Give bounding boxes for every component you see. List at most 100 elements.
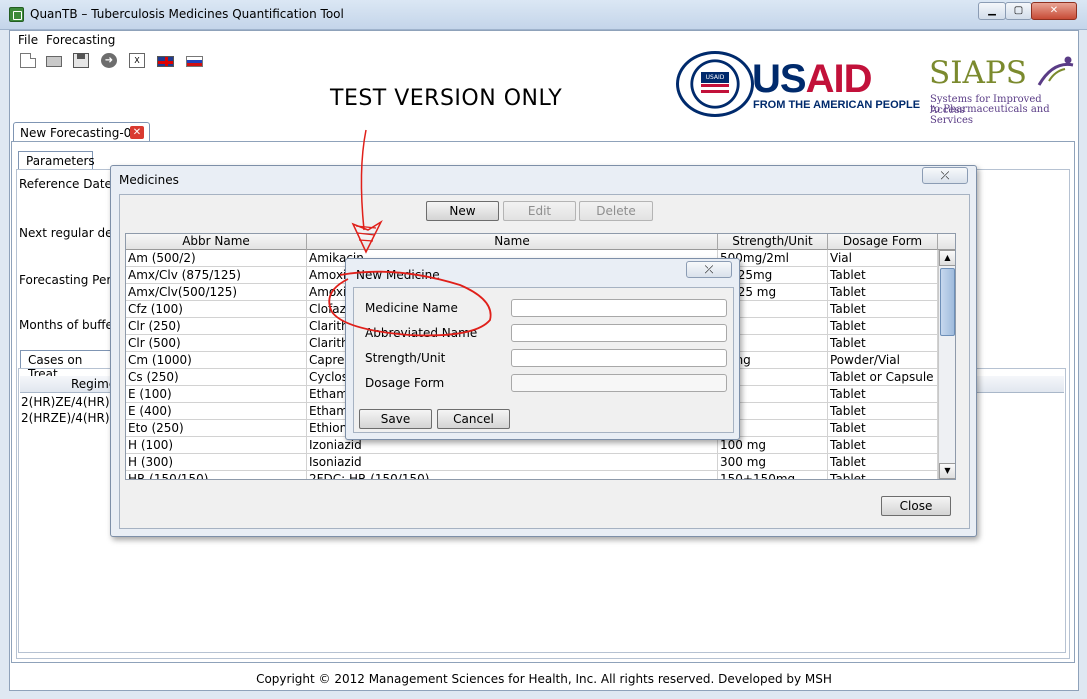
open-folder-icon[interactable]: [46, 56, 62, 67]
tab-cases-on-treatment[interactable]: Cases on Treat: [20, 350, 115, 381]
abbr-name-cell: H (100): [126, 437, 307, 454]
table-row[interactable]: 2(HRZE)/4(HR): [21, 411, 110, 425]
siaps-figure-icon: [1037, 56, 1074, 86]
usaid-seal-logo: USAID: [676, 51, 754, 117]
dosage-form-cell: Tablet: [828, 403, 938, 420]
dosage-form-cell: Tablet: [828, 335, 938, 352]
abbreviated-name-label: Abbreviated Name: [365, 326, 478, 340]
abbr-name-cell: Cfz (100): [126, 301, 307, 318]
strength-unit-input[interactable]: [511, 349, 727, 367]
abbr-name-cell: E (400): [126, 403, 307, 420]
app-logo-icon: [9, 7, 24, 22]
new-medicine-close-icon[interactable]: ⤫: [686, 261, 732, 278]
column-header-dosage-form[interactable]: Dosage Form: [828, 234, 938, 250]
medicines-table-header: Abbr Name Name Strength/Unit Dosage Form: [126, 234, 955, 250]
menu-forecasting[interactable]: Forecasting: [46, 33, 115, 47]
dosage-form-cell: Powder/Vial: [828, 352, 938, 369]
tab-parameters-label: Parameters: [26, 154, 95, 168]
abbr-name-cell: Amx/Clv (875/125): [126, 267, 307, 284]
tab-new-forecasting-label: New Forecasting-0: [20, 126, 132, 140]
scroll-up-icon[interactable]: ▲: [939, 250, 955, 266]
copyright-footer: Copyright © 2012 Management Sciences for…: [256, 672, 832, 686]
tab-new-forecasting[interactable]: New Forecasting-0 ✕: [13, 122, 150, 142]
dosage-form-cell: Tablet or Capsule: [828, 369, 938, 386]
medicines-dialog-title: Medicines: [119, 173, 179, 187]
name-cell: Isoniazid: [307, 454, 718, 471]
reference-date-label: Reference Date:: [19, 177, 116, 191]
edit-medicine-button[interactable]: Edit: [503, 201, 576, 221]
medicine-name-label: Medicine Name: [365, 301, 458, 315]
menu-file[interactable]: File: [18, 33, 38, 47]
usaid-seal-stripes: [701, 84, 729, 96]
new-medicine-form: Medicine Name Abbreviated Name Strength/…: [353, 287, 734, 433]
new-medicine-dialog-title: New Medicine: [356, 268, 440, 282]
dosage-form-cell: Tablet: [828, 386, 938, 403]
table-row[interactable]: 2(HR)ZE/4(HR): [21, 395, 110, 409]
test-version-banner: TEST VERSION ONLY: [330, 86, 563, 111]
usaid-seal-text: USAID: [701, 72, 729, 83]
usaid-tagline: FROM THE AMERICAN PEOPLE: [753, 99, 921, 111]
table-row[interactable]: H (300) Isoniazid 300 mg Tablet: [126, 454, 938, 471]
abbr-name-cell: Amx/Clv(500/125): [126, 284, 307, 301]
abbr-name-cell: Clr (250): [126, 318, 307, 335]
new-document-icon[interactable]: [20, 53, 36, 68]
column-header-abbr-name[interactable]: Abbr Name: [126, 234, 307, 250]
window-title: QuanTB – Tuberculosis Medicines Quantifi…: [30, 7, 344, 21]
abbr-name-cell: H (300): [126, 454, 307, 471]
forecasting-period-label: Forecasting Perio: [19, 273, 122, 287]
name-cell: 2FDC: HR (150/150): [307, 471, 718, 479]
abbr-name-cell: Cs (250): [126, 369, 307, 386]
dosage-form-cell: Tablet: [828, 471, 938, 479]
minimize-button[interactable]: ▁: [978, 2, 1006, 20]
siaps-wordmark: SIAPS: [929, 55, 1027, 91]
dosage-form-cell: Tablet: [828, 454, 938, 471]
new-medicine-button[interactable]: New: [426, 201, 499, 221]
usaid-word-aid: AID: [805, 57, 873, 101]
column-header-name[interactable]: Name: [307, 234, 718, 250]
strength-cell: 300 mg: [718, 454, 828, 471]
abbr-name-cell: Eto (250): [126, 420, 307, 437]
close-button[interactable]: Close: [881, 496, 951, 516]
russian-flag-icon[interactable]: [186, 56, 203, 67]
scrollbar-thumb[interactable]: [940, 268, 955, 336]
dosage-form-cell: Tablet: [828, 437, 938, 454]
abbr-name-cell: HR (150/150): [126, 471, 307, 479]
maximize-button[interactable]: ▢: [1005, 2, 1032, 20]
save-disk-icon[interactable]: [73, 53, 89, 68]
dosage-form-cell: Tablet: [828, 318, 938, 335]
tab-parameters[interactable]: Parameters: [18, 151, 95, 170]
strength-unit-label: Strength/Unit: [365, 351, 446, 365]
usaid-seal-shield-icon: USAID: [701, 72, 729, 96]
dosage-form-cell: Tablet: [828, 301, 938, 318]
new-medicine-dialog: New Medicine ⤫ Medicine Name Abbreviated…: [345, 258, 740, 440]
siaps-tagline-line2: to Pharmaceuticals and Services: [930, 104, 1050, 126]
medicines-dialog-close-icon[interactable]: ⤫: [922, 167, 968, 184]
english-flag-icon[interactable]: [157, 56, 174, 67]
abbreviated-name-input[interactable]: [511, 324, 727, 342]
excel-export-icon[interactable]: X: [129, 53, 145, 68]
window-title-bar: QuanTB – Tuberculosis Medicines Quantifi…: [0, 0, 1087, 30]
medicines-table-scrollbar[interactable]: ▲ ▼: [938, 250, 955, 479]
dosage-form-select[interactable]: [511, 374, 727, 392]
column-header-strength[interactable]: Strength/Unit: [718, 234, 828, 250]
dosage-form-label: Dosage Form: [365, 376, 445, 390]
delete-medicine-button[interactable]: Delete: [579, 201, 653, 221]
tab-close-icon[interactable]: ✕: [130, 126, 144, 139]
abbr-name-cell: E (100): [126, 386, 307, 403]
dosage-form-cell: Tablet: [828, 267, 938, 284]
cancel-button[interactable]: Cancel: [437, 409, 510, 429]
abbr-name-cell: Am (500/2): [126, 250, 307, 267]
table-row[interactable]: HR (150/150) 2FDC: HR (150/150) 150+150mg T…: [126, 471, 938, 479]
exit-arrow-icon[interactable]: ➜: [101, 53, 117, 68]
window-close-button[interactable]: ✕: [1031, 2, 1077, 20]
save-button[interactable]: Save: [359, 409, 432, 429]
abbr-name-cell: Clr (500): [126, 335, 307, 352]
strength-cell: 150+150mg: [718, 471, 828, 479]
months-buffer-label: Months of buffer: [19, 318, 118, 332]
medicine-name-input[interactable]: [511, 299, 727, 317]
usaid-word-us: US: [752, 57, 807, 101]
scroll-down-icon[interactable]: ▼: [939, 463, 955, 479]
abbr-name-cell: Cm (1000): [126, 352, 307, 369]
dosage-form-cell: Tablet: [828, 420, 938, 437]
usaid-wordmark: USAID: [752, 57, 873, 102]
